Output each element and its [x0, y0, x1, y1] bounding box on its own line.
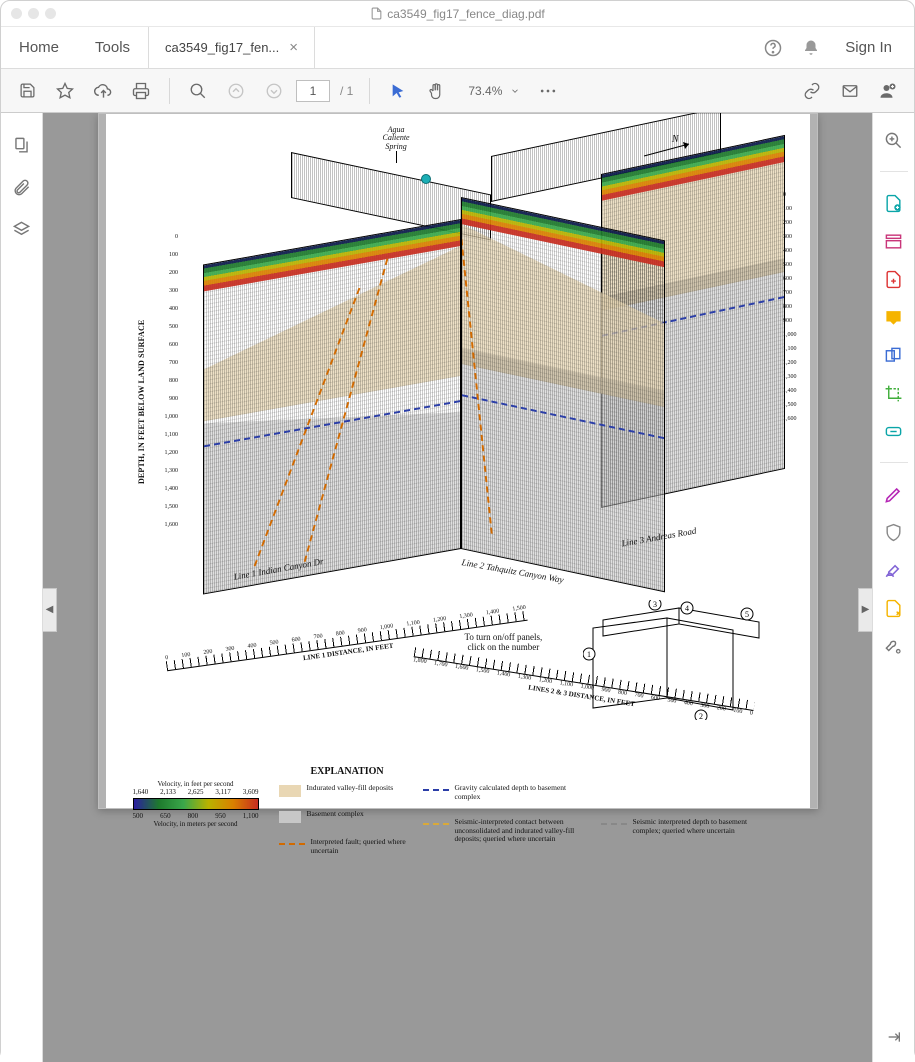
redact-icon[interactable]	[883, 420, 905, 442]
pdf-icon	[370, 7, 383, 20]
depth-axis-left: 01002003004005006007008009001,0001,1001,…	[165, 234, 179, 540]
panel-2[interactable]	[461, 197, 665, 592]
document-tab[interactable]: ca3549_fig17_fen... ×	[148, 27, 315, 68]
sign-in-button[interactable]: Sign In	[837, 39, 900, 56]
print-icon[interactable]	[125, 75, 157, 107]
legend-seis-depth: Seismic interpreted depth to basement co…	[601, 818, 751, 835]
fence-diagram: N Agua Caliente Spring	[121, 134, 795, 614]
legend-gravity: Gravity calculated depth to basement com…	[423, 784, 573, 801]
depth-axis-right: 01002003004005006007008009001,0001,1001,…	[783, 192, 797, 430]
thumbnails-icon[interactable]	[10, 133, 34, 157]
bell-icon[interactable]	[799, 36, 823, 60]
layers-icon[interactable]	[10, 217, 34, 241]
legend-seis-contact: Seismic-interpreted contact between unco…	[423, 818, 583, 844]
page-viewer[interactable]: ◀ ▶ N Agua Caliente Spring	[43, 113, 872, 1062]
save-icon[interactable]	[11, 75, 43, 107]
export-pdf-icon[interactable]	[883, 192, 905, 214]
zoom-dropdown[interactable]: 73.4%	[458, 75, 526, 107]
close-icon[interactable]: ×	[289, 39, 298, 56]
panel-toggle-diagram: 1 2 3 4 5	[583, 600, 773, 720]
zoom-value: 73.4%	[464, 82, 506, 100]
tab-label: ca3549_fig17_fen...	[165, 40, 279, 55]
min-dot[interactable]	[28, 8, 39, 19]
left-rail	[1, 113, 43, 1062]
page-input[interactable]	[296, 80, 330, 102]
link-icon[interactable]	[796, 75, 828, 107]
svg-text:1: 1	[587, 650, 591, 659]
toggle-hint: To turn on/off panels, click on the numb…	[465, 632, 543, 652]
comment-icon[interactable]	[883, 306, 905, 328]
send-icon[interactable]	[883, 597, 905, 619]
close-dot[interactable]	[11, 8, 22, 19]
organize-icon[interactable]	[883, 230, 905, 252]
legend-heading: EXPLANATION	[311, 766, 384, 777]
chevron-down-icon	[510, 86, 520, 96]
expand-rail-icon[interactable]	[883, 1026, 905, 1048]
home-button[interactable]: Home	[1, 27, 77, 68]
add-user-icon[interactable]	[872, 75, 904, 107]
svg-text:4: 4	[685, 604, 689, 613]
help-icon[interactable]	[761, 36, 785, 60]
nav-row: Home Tools ca3549_fig17_fen... × Sign In	[1, 27, 914, 69]
toolbar: / 1 73.4%	[1, 69, 914, 113]
svg-text:5: 5	[745, 610, 749, 619]
sign-icon[interactable]	[883, 483, 905, 505]
window-titlebar: ca3549_fig17_fence_diag.pdf	[1, 1, 914, 27]
page-up-icon[interactable]	[220, 75, 252, 107]
main-shell: ◀ ▶ N Agua Caliente Spring	[1, 113, 914, 1062]
more-tools-icon[interactable]	[883, 635, 905, 657]
svg-text:3: 3	[653, 600, 657, 609]
attachment-icon[interactable]	[10, 175, 34, 199]
depth-axis-label: DEPTH, IN FEET BELOW LAND SURFACE	[137, 320, 146, 484]
spring-label: Agua Caliente Spring	[383, 126, 410, 151]
zoom-tool-icon[interactable]	[883, 129, 905, 151]
hand-tool-icon[interactable]	[420, 75, 452, 107]
collapse-right-icon[interactable]: ▶	[858, 588, 872, 632]
window-title: ca3549_fig17_fence_diag.pdf	[387, 7, 544, 21]
crop-icon[interactable]	[883, 382, 905, 404]
protect-icon[interactable]	[883, 521, 905, 543]
more-icon[interactable]	[532, 75, 564, 107]
select-tool-icon[interactable]	[382, 75, 414, 107]
legend-indurated: Indurated valley-fill deposits	[279, 784, 429, 797]
legend-fault: Interpreted fault; queried where uncerta…	[279, 838, 429, 855]
mail-icon[interactable]	[834, 75, 866, 107]
fill-sign-icon[interactable]	[883, 559, 905, 581]
panel-1[interactable]	[203, 219, 461, 594]
combine-icon[interactable]	[883, 344, 905, 366]
tools-button[interactable]: Tools	[77, 27, 148, 68]
window-controls[interactable]	[11, 8, 56, 19]
legend-basement: Basement complex	[279, 810, 429, 823]
velocity-scale: Velocity, in feet per second 1,6402,1332…	[133, 780, 259, 828]
right-rail	[872, 113, 914, 1062]
pdf-page: N Agua Caliente Spring	[98, 113, 818, 809]
svg-text:2: 2	[699, 712, 703, 720]
page-down-icon[interactable]	[258, 75, 290, 107]
max-dot[interactable]	[45, 8, 56, 19]
page-total: / 1	[336, 84, 357, 98]
create-pdf-icon[interactable]	[883, 268, 905, 290]
spring-marker	[421, 174, 431, 184]
search-icon[interactable]	[182, 75, 214, 107]
cloud-upload-icon[interactable]	[87, 75, 119, 107]
star-icon[interactable]	[49, 75, 81, 107]
collapse-left-icon[interactable]: ◀	[43, 588, 57, 632]
